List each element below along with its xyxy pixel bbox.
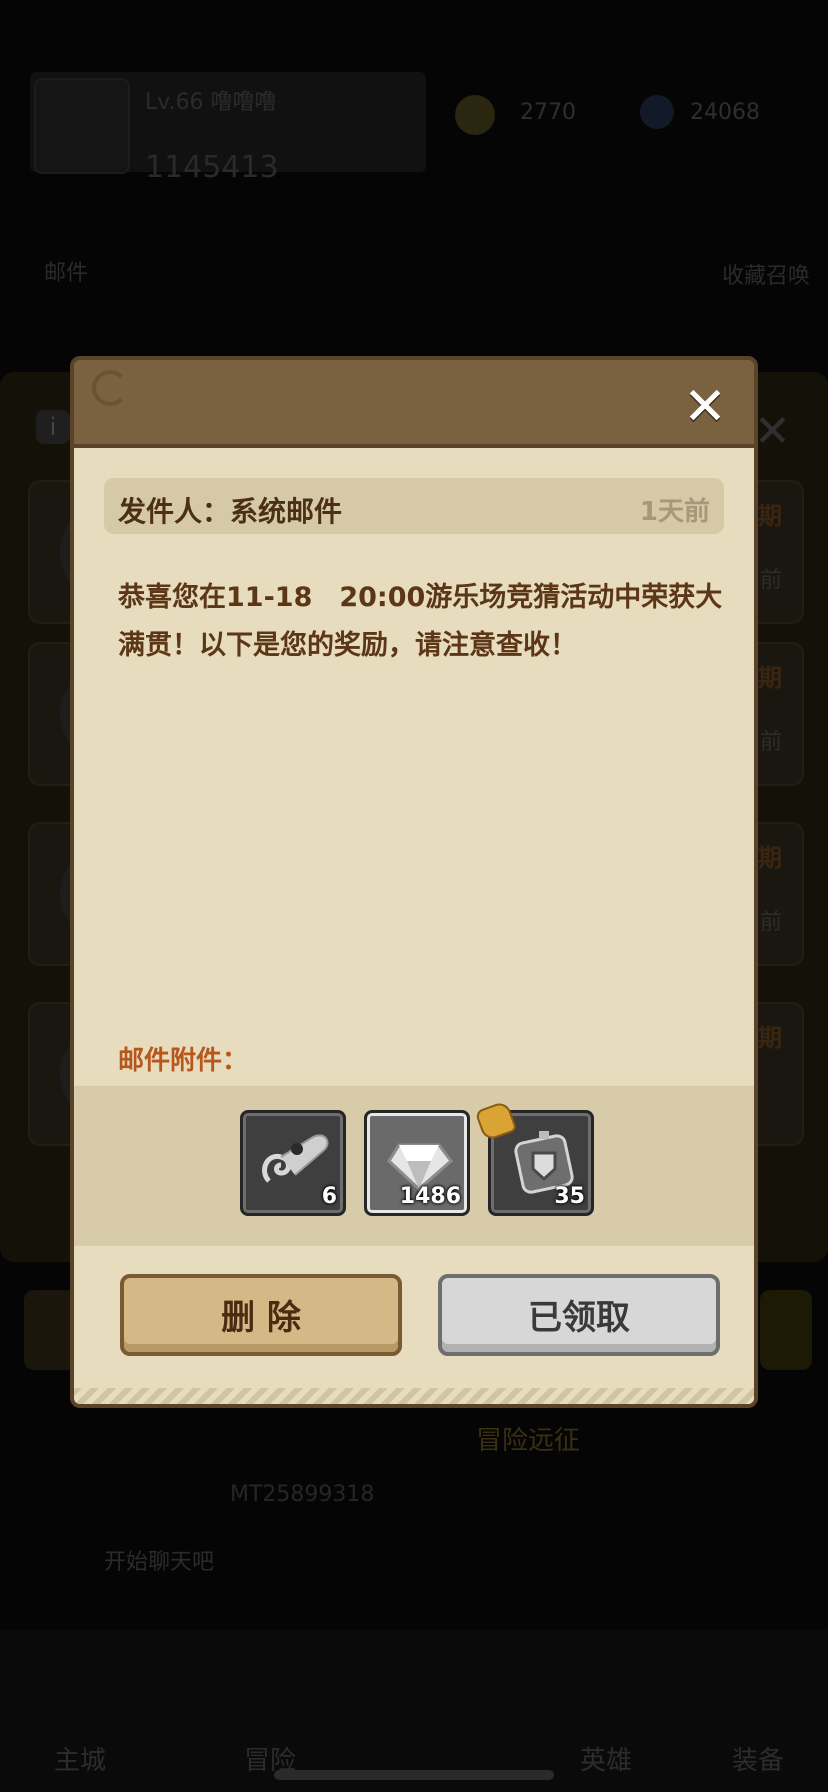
coin-count: 2770: [520, 100, 576, 125]
list-tag: 期: [758, 1024, 782, 1052]
attachment-armor-token[interactable]: 35: [477, 1102, 594, 1216]
list-tag: 期: [758, 844, 782, 872]
mail-message: 恭喜您在11-18 20:00游乐场竞猜活动中荣获大满贯！以下是您的奖励，请注意…: [118, 582, 723, 661]
dialog-body: 发件人：系统邮件 1天前 恭喜您在11-18 20:00游乐场竞猜活动中荣获大满…: [70, 448, 758, 1408]
attachment-count: 35: [554, 1184, 585, 1209]
attachment-count: 1486: [399, 1184, 461, 1209]
mail-menu-label: 邮件: [44, 261, 89, 286]
chat-ticker: 开始聊天吧: [104, 1550, 215, 1575]
close-icon: ✕: [754, 406, 791, 457]
list-time: 前: [759, 730, 782, 755]
avatar: [34, 78, 130, 174]
list-time: 前: [759, 910, 782, 935]
swirl-ornament-icon: [92, 370, 128, 406]
claimed-button[interactable]: 已领取: [438, 1274, 720, 1356]
player-name: Lv.66 噜噜噜: [145, 90, 277, 115]
list-tag: 期: [758, 664, 782, 692]
sender-bar: 发件人：系统邮件 1天前: [104, 478, 724, 534]
list-time: 前: [759, 568, 782, 593]
gem-icon: [640, 95, 674, 129]
sender-label: 发件人：系统邮件: [118, 495, 343, 528]
attachment-diamond[interactable]: 1486: [364, 1110, 470, 1216]
chat-id: MT25899318: [230, 1482, 375, 1507]
summon-collection-label: 收藏召唤: [722, 264, 811, 289]
coin-icon: [455, 95, 495, 135]
gem-count: 24068: [690, 100, 760, 125]
close-icon[interactable]: ✕: [680, 381, 730, 433]
mail-time: 1天前: [639, 497, 710, 527]
delete-button[interactable]: 删 除: [120, 1274, 402, 1356]
mail-detail-dialog: ✕ 发件人：系统邮件 1天前 恭喜您在11-18 20:00游乐场竞猜活动中荣获…: [70, 356, 758, 1408]
dialog-header: ✕: [70, 356, 758, 448]
attachment-count: 6: [321, 1184, 337, 1209]
adventure-label: 冒险远征: [476, 1426, 581, 1456]
bottom-nav: [0, 1630, 828, 1792]
player-id: 1145413: [145, 150, 279, 185]
attachments-label: 邮件附件：: [118, 1046, 249, 1076]
attachments-strip: 6 1486 35: [74, 1086, 754, 1246]
bottom-right-button: [760, 1290, 812, 1370]
bottom-zigzag-border: [74, 1388, 754, 1404]
attachment-scroll[interactable]: 6: [240, 1110, 346, 1216]
nav-item: 英雄: [580, 1746, 633, 1776]
nav-item: 装备: [732, 1746, 785, 1776]
home-indicator: [274, 1770, 554, 1780]
info-icon: i: [36, 410, 70, 444]
list-tag: 期: [758, 502, 782, 530]
nav-item: 主城: [54, 1746, 107, 1776]
